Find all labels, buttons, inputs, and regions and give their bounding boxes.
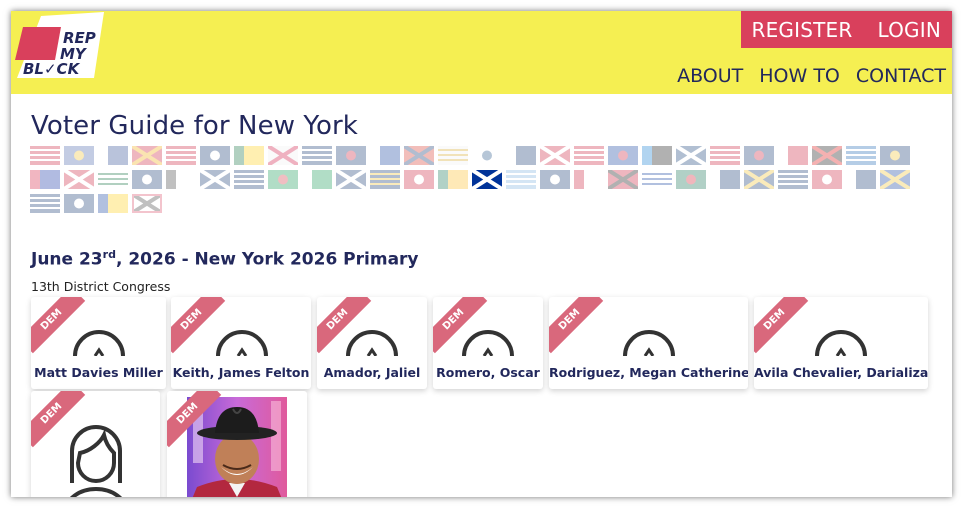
candidate-name: Avila Chevalier, Darializa	[754, 365, 928, 380]
state-flag[interactable]	[608, 146, 638, 165]
state-flag[interactable]	[472, 170, 502, 189]
state-flag[interactable]	[710, 170, 740, 189]
page-title: Voter Guide for New York	[31, 111, 358, 141]
site-header: REP MY BL✓CK REGISTER LOGIN ABOUT HOW TO…	[11, 11, 952, 94]
avatar-placeholder-icon	[623, 330, 675, 356]
state-flag[interactable]	[676, 170, 706, 189]
state-flag[interactable]	[234, 146, 264, 165]
state-flag[interactable]	[132, 146, 162, 165]
rep-my-block-logo[interactable]: REP MY BL✓CK	[15, 12, 105, 78]
state-flag[interactable]	[846, 170, 876, 189]
state-flag[interactable]	[166, 170, 196, 189]
candidate-card[interactable]: DEM	[167, 391, 307, 497]
state-flag[interactable]	[268, 170, 298, 189]
state-flag[interactable]	[540, 146, 570, 165]
state-flag[interactable]	[98, 194, 128, 213]
svg-text:BL✓CK: BL✓CK	[23, 60, 81, 78]
login-link[interactable]: LOGIN	[877, 18, 941, 42]
state-flag[interactable]	[642, 170, 672, 189]
avatar-placeholder-icon	[346, 330, 398, 356]
state-flag[interactable]	[336, 146, 366, 165]
candidate-card[interactable]: DEM Romero, Oscar	[433, 297, 543, 389]
state-flag[interactable]	[404, 170, 434, 189]
state-flag[interactable]	[64, 146, 94, 165]
main-nav: ABOUT HOW TO CONTACT	[677, 65, 946, 87]
office-label: 13th District Congress	[31, 279, 171, 294]
candidate-name: Matt Davies Miller	[34, 365, 163, 380]
state-flag[interactable]	[676, 146, 706, 165]
party-ribbon: DEM	[549, 297, 604, 354]
state-flag[interactable]	[268, 146, 298, 165]
state-flag[interactable]	[132, 170, 162, 189]
candidate-card[interactable]: DEM Amador, Jaliel	[317, 297, 427, 389]
state-flag[interactable]	[506, 170, 536, 189]
state-flag[interactable]	[744, 170, 774, 189]
state-flag[interactable]	[200, 146, 230, 165]
state-flag[interactable]	[234, 170, 264, 189]
candidate-card[interactable]: DEM Matt Davies Miller	[31, 297, 166, 389]
state-flag[interactable]	[132, 194, 162, 213]
state-flag[interactable]	[30, 170, 60, 189]
state-flag[interactable]	[778, 170, 808, 189]
avatar-placeholder-icon	[462, 330, 514, 356]
state-flag[interactable]	[472, 146, 502, 165]
candidate-card[interactable]: DEM Keith, James Felton	[171, 297, 311, 389]
state-flag[interactable]	[880, 146, 910, 165]
candidate-name: Amador, Jaliel	[323, 365, 421, 380]
candidate-card[interactable]: DEM	[31, 391, 160, 497]
avatar-placeholder-icon	[216, 330, 268, 356]
nav-contact[interactable]: CONTACT	[856, 65, 946, 87]
candidate-card[interactable]: DEM Rodriguez, Megan Catherine	[549, 297, 748, 389]
nav-how-to[interactable]: HOW TO	[759, 65, 840, 87]
state-flag[interactable]	[574, 170, 604, 189]
state-flag[interactable]	[812, 170, 842, 189]
state-flag[interactable]	[404, 146, 434, 165]
register-link[interactable]: REGISTER	[751, 18, 852, 42]
state-flag[interactable]	[642, 146, 672, 165]
female-avatar-placeholder-icon	[70, 425, 122, 497]
state-flag[interactable]	[540, 170, 570, 189]
state-flag[interactable]	[200, 170, 230, 189]
state-flag[interactable]	[608, 170, 638, 189]
state-flag[interactable]	[778, 146, 808, 165]
nav-about[interactable]: ABOUT	[677, 65, 743, 87]
election-heading: June 23rd, 2026 - New York 2026 Primary	[31, 248, 419, 270]
election-title: , 2026 - New York 2026 Primary	[115, 249, 419, 270]
state-flag[interactable]	[302, 146, 332, 165]
state-flag[interactable]	[30, 146, 60, 165]
state-flag[interactable]	[302, 170, 332, 189]
state-flag[interactable]	[744, 146, 774, 165]
state-flag[interactable]	[574, 146, 604, 165]
state-flag[interactable]	[64, 194, 94, 213]
state-flag[interactable]	[710, 146, 740, 165]
candidate-card[interactable]: DEM Avila Chevalier, Darializa	[754, 297, 928, 389]
state-flag[interactable]	[30, 194, 60, 213]
state-flag[interactable]	[98, 170, 128, 189]
state-flag[interactable]	[846, 146, 876, 165]
state-flag[interactable]	[166, 146, 196, 165]
state-flag[interactable]	[370, 170, 400, 189]
state-flag[interactable]	[812, 146, 842, 165]
state-flag[interactable]	[98, 146, 128, 165]
state-flag[interactable]	[880, 170, 910, 189]
state-flag[interactable]	[438, 146, 468, 165]
auth-bar: REGISTER LOGIN	[741, 11, 952, 48]
state-flag[interactable]	[64, 170, 94, 189]
browser-viewport: REP MY BL✓CK REGISTER LOGIN ABOUT HOW TO…	[11, 11, 952, 497]
state-flag-selector	[30, 146, 920, 213]
avatar-placeholder-icon	[815, 330, 867, 356]
state-flag[interactable]	[438, 170, 468, 189]
candidate-name: Keith, James Felton	[172, 365, 310, 380]
candidate-name: Rodriguez, Megan Catherine	[549, 365, 748, 380]
state-flag[interactable]	[506, 146, 536, 165]
state-flag[interactable]	[336, 170, 366, 189]
state-flag[interactable]	[370, 146, 400, 165]
election-date: June 23	[31, 249, 103, 270]
candidate-name: Romero, Oscar	[436, 365, 540, 380]
party-ribbon: DEM	[754, 297, 809, 354]
avatar-placeholder-icon	[73, 330, 125, 356]
election-date-suffix: rd	[102, 248, 116, 261]
